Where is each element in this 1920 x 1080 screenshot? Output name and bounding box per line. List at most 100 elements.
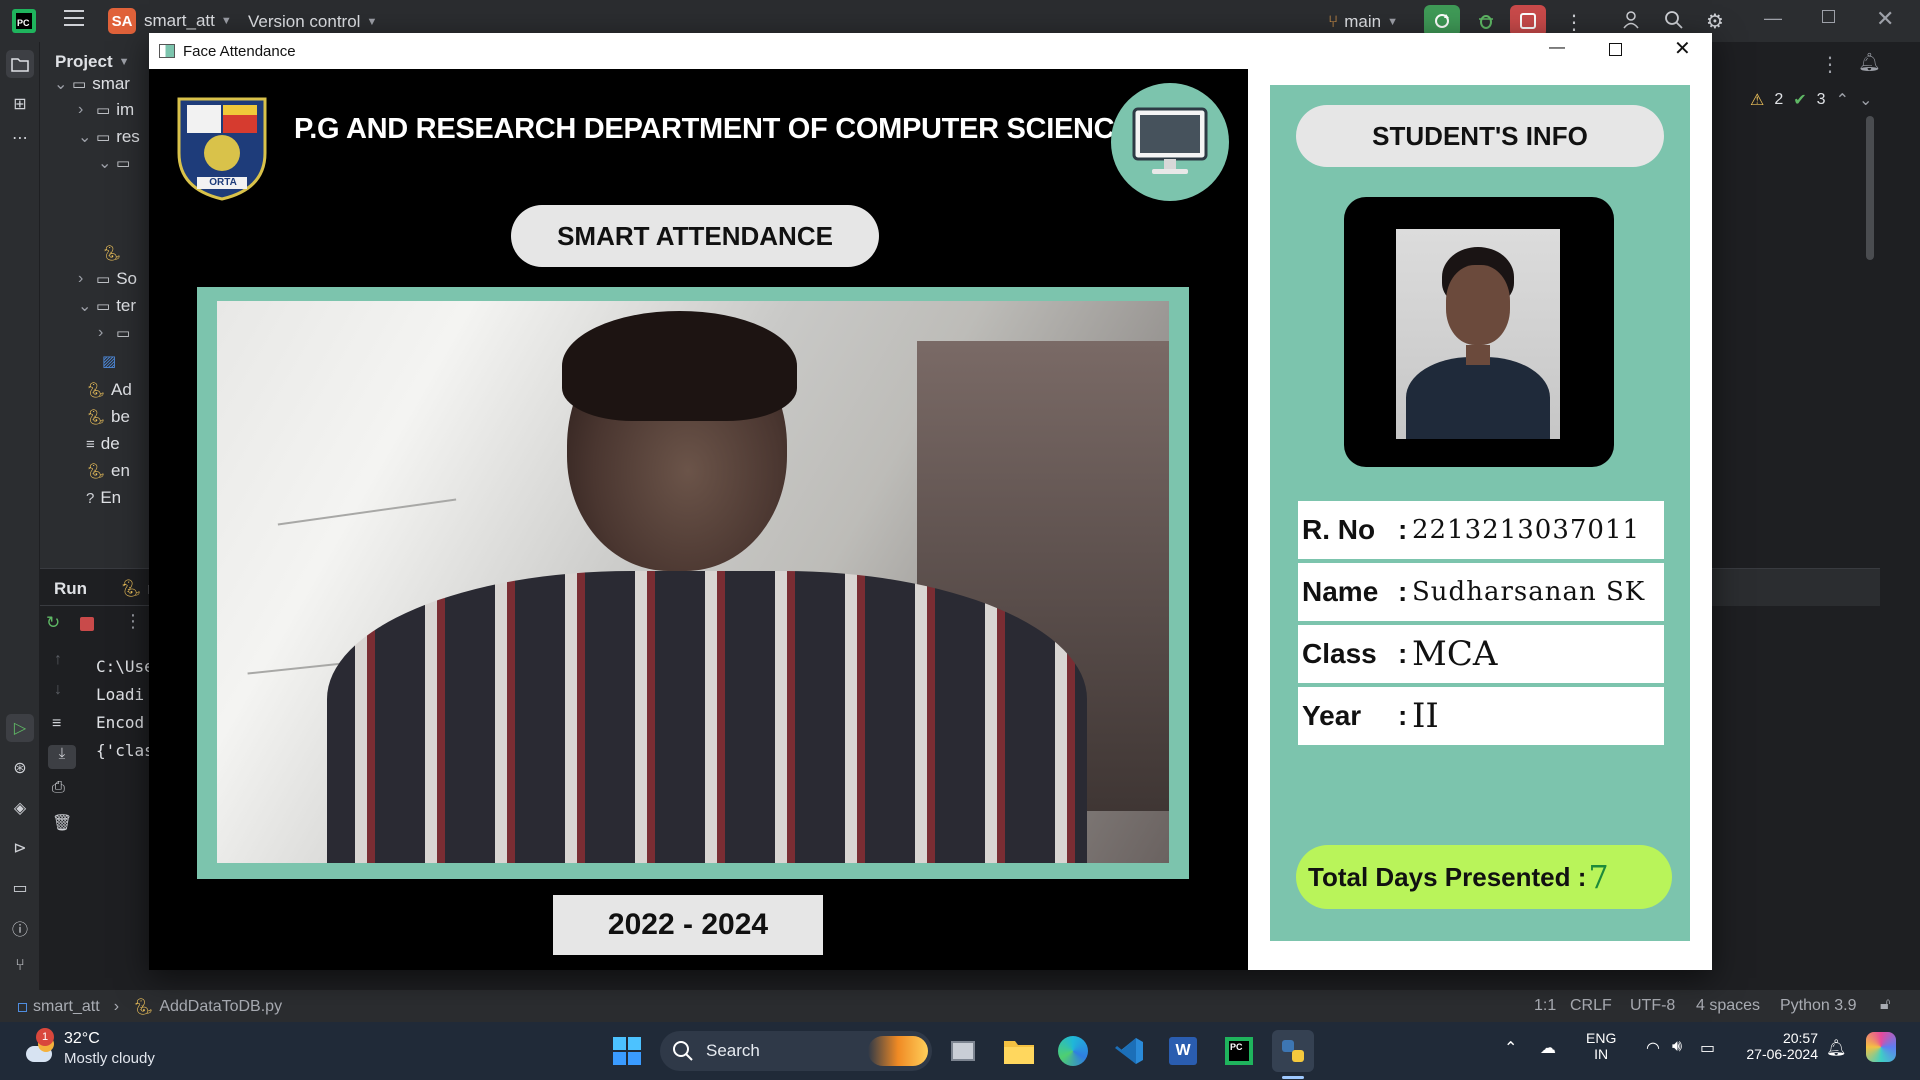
chevron-right-icon[interactable]: ›: [98, 324, 116, 342]
breadcrumb-project[interactable]: smart_att: [33, 998, 100, 1016]
edge-icon[interactable]: [1052, 1030, 1094, 1072]
tree-item[interactable]: 🐍︎ be: [82, 404, 130, 430]
main-menu-icon[interactable]: [64, 9, 84, 27]
weather-icon[interactable]: 1: [20, 1028, 60, 1070]
tree-item[interactable]: › ▭ im: [78, 97, 134, 123]
start-button[interactable]: [606, 1030, 648, 1072]
more-icon[interactable]: ⋯: [6, 124, 34, 152]
tree-item[interactable]: ≡ de: [82, 431, 120, 457]
version-control-label: Version control: [248, 12, 361, 31]
arrow-up-icon[interactable]: ↑: [54, 651, 62, 669]
layers-icon[interactable]: ◈: [6, 794, 34, 822]
rerun-icon[interactable]: ↻: [46, 613, 60, 633]
line-separator[interactable]: CRLF: [1570, 997, 1612, 1015]
scroll-to-end-icon[interactable]: ⤓: [48, 745, 76, 769]
folder-icon: ▭: [96, 129, 111, 146]
version-control-menu[interactable]: Version control ▼: [248, 12, 377, 32]
lock-icon[interactable]: 🔓︎: [1880, 996, 1890, 1014]
clock[interactable]: 20:57 27-06-2024: [1738, 1030, 1818, 1062]
print-icon[interactable]: ⎙: [52, 779, 65, 797]
project-badge: SA: [108, 8, 136, 34]
indent-setting[interactable]: 4 spaces: [1696, 997, 1760, 1015]
tree-item[interactable]: 🐍︎: [98, 240, 127, 266]
more-icon[interactable]: ⋮: [124, 611, 142, 632]
python-interpreter[interactable]: Python 3.9: [1780, 997, 1857, 1015]
settings-gear-icon[interactable]: ⚙: [1706, 9, 1724, 34]
editor-scrollbar[interactable]: [1866, 116, 1874, 260]
soft-wrap-icon[interactable]: ≡: [52, 715, 61, 733]
tree-item[interactable]: 🐍︎ en: [82, 458, 130, 484]
tree-item[interactable]: ⌄ ▭ res: [78, 124, 140, 150]
volume-icon[interactable]: 🔊︎: [1672, 1038, 1682, 1056]
restore-icon[interactable]: [1822, 10, 1835, 23]
arrow-down-icon[interactable]: ↓: [54, 681, 62, 699]
wifi-icon[interactable]: ◠: [1646, 1038, 1660, 1058]
tree-item[interactable]: › ▭ So: [78, 266, 137, 292]
maximize-icon[interactable]: [1609, 43, 1622, 56]
project-panel-label: Project: [55, 52, 113, 71]
tree-item[interactable]: › ▭: [98, 320, 136, 346]
chevron-down-icon[interactable]: ⌄: [54, 74, 72, 94]
notifications-icon[interactable]: 🔔︎: [1858, 52, 1881, 73]
weather-description[interactable]: Mostly cloudy: [64, 1050, 155, 1067]
file-explorer-icon[interactable]: [998, 1030, 1040, 1072]
tree-item[interactable]: ⌄ ▭ ter: [78, 293, 136, 319]
project-switcher[interactable]: SA smart_att ▼: [108, 8, 232, 34]
task-view-icon[interactable]: [942, 1030, 984, 1072]
copilot-icon[interactable]: [1866, 1032, 1896, 1062]
chevron-right-icon[interactable]: ›: [78, 101, 96, 119]
breadcrumb[interactable]: smart_att › 🐍︎ AddDataToDB.py: [18, 997, 282, 1017]
breadcrumb-file[interactable]: AddDataToDB.py: [159, 998, 282, 1016]
python-console-icon[interactable]: ⊛: [6, 754, 34, 782]
terminal-icon[interactable]: ▭: [6, 874, 34, 902]
problems-icon[interactable]: ⓘ: [6, 914, 34, 942]
project-panel-title[interactable]: Project ▼: [55, 52, 130, 72]
more-actions-icon[interactable]: ⋮: [1564, 10, 1584, 35]
inspection-widget[interactable]: ⚠ 2 ✔ 3 ⌃ ⌄: [1750, 90, 1872, 110]
pycharm-taskbar-icon[interactable]: PC: [1218, 1030, 1260, 1072]
file-encoding[interactable]: UTF-8: [1630, 997, 1675, 1015]
word-icon[interactable]: W: [1162, 1030, 1204, 1072]
language-indicator[interactable]: ENG IN: [1586, 1030, 1616, 1062]
folder-icon[interactable]: [6, 50, 34, 78]
search-icon[interactable]: [1664, 10, 1684, 30]
tree-item[interactable]: ? En: [82, 485, 121, 511]
chevron-down-icon[interactable]: ⌄: [98, 153, 116, 173]
vscode-icon[interactable]: [1108, 1030, 1150, 1072]
chevron-up-icon[interactable]: ⌃: [1836, 90, 1849, 110]
trash-icon[interactable]: 🗑︎: [52, 813, 72, 833]
chevron-down-icon[interactable]: ⌄: [78, 127, 96, 147]
chevron-down-icon[interactable]: ⌄: [78, 296, 96, 316]
caret-position[interactable]: 1:1: [1534, 997, 1556, 1015]
tree-item[interactable]: ⌄ ▭: [98, 150, 136, 176]
run-tab[interactable]: Run: [54, 579, 87, 599]
close-icon[interactable]: ✕: [1674, 36, 1691, 61]
git-icon[interactable]: ⑂: [6, 952, 34, 980]
python-app-icon[interactable]: [1272, 1030, 1314, 1072]
tree-item[interactable]: ▨: [98, 348, 122, 374]
minimize-icon[interactable]: —: [1764, 8, 1782, 29]
onedrive-icon[interactable]: ☁: [1540, 1038, 1556, 1058]
tree-item[interactable]: 🐍︎ Ad: [82, 377, 132, 403]
minimize-icon[interactable]: —: [1549, 39, 1565, 57]
account-icon[interactable]: [1622, 10, 1642, 30]
close-icon[interactable]: ✕: [1876, 6, 1894, 32]
camera-frame: [197, 287, 1189, 879]
more-icon[interactable]: ⋮: [1820, 52, 1840, 77]
chevron-right-icon[interactable]: ›: [78, 270, 96, 288]
chevron-up-icon[interactable]: ⌃: [1504, 1038, 1517, 1058]
battery-icon[interactable]: ▭: [1700, 1038, 1715, 1058]
branch-selector[interactable]: ⑂ main ▼: [1328, 12, 1398, 32]
run-tool-icon[interactable]: ▷: [6, 714, 34, 742]
tree-item[interactable]: ⌄ ▭ smar: [54, 71, 130, 97]
info-row: Name: Sudharsanan SK: [1298, 563, 1664, 621]
window-title-bar[interactable]: Face Attendance — ✕: [149, 33, 1712, 69]
structure-icon[interactable]: ⊞: [6, 90, 34, 118]
chevron-down-icon[interactable]: ⌄: [1859, 90, 1872, 110]
stop-icon[interactable]: [80, 617, 94, 631]
weather-temp[interactable]: 32°C: [64, 1030, 100, 1048]
taskbar-search[interactable]: Search: [660, 1031, 932, 1071]
services-icon[interactable]: ⊳: [6, 834, 34, 862]
notification-bell-icon[interactable]: 🔔︎: [1826, 1038, 1846, 1058]
status-bar: smart_att › 🐍︎ AddDataToDB.py 1:1 CRLF U…: [0, 990, 1920, 1022]
